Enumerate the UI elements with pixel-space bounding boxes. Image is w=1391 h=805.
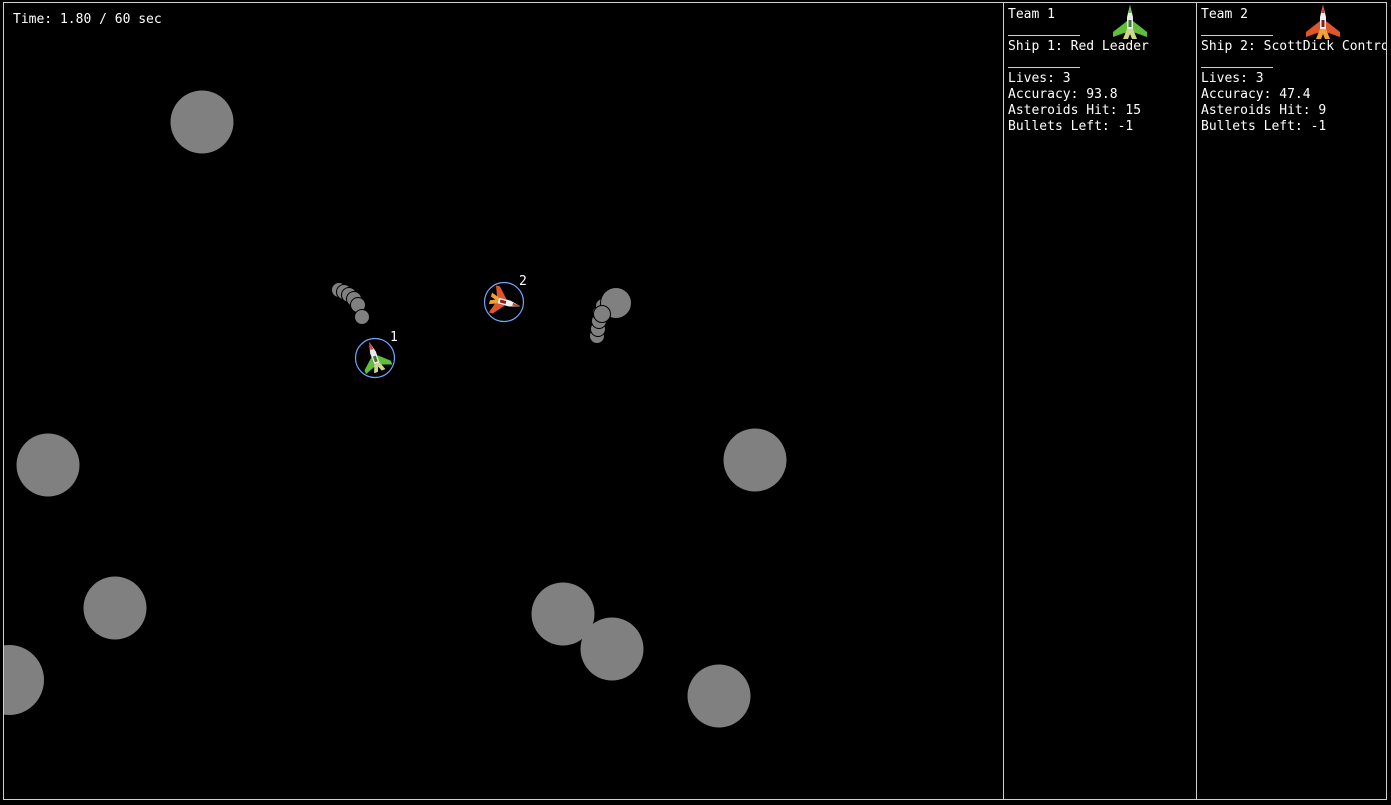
game-window: 1 2 Time: 1.80 / 60 sec Team 1 Ship 1: R… bbox=[3, 2, 1387, 800]
lives-stat: Lives: 3 bbox=[1008, 71, 1071, 86]
asteroids-hit-stat: Asteroids Hit: 9 bbox=[1201, 103, 1327, 118]
ship-1-label: 1 bbox=[390, 330, 398, 345]
team-label: Team 2 bbox=[1201, 7, 1248, 22]
ship-1 bbox=[354, 337, 396, 379]
green-fighter-ship-icon bbox=[1113, 5, 1147, 39]
divider bbox=[1008, 35, 1080, 36]
accuracy-stat: Accuracy: 47.4 bbox=[1201, 87, 1311, 102]
asteroid bbox=[687, 664, 751, 728]
asteroid-fragment-cluster bbox=[331, 282, 370, 325]
ship-2-label: 2 bbox=[519, 274, 527, 289]
divider bbox=[1201, 67, 1273, 68]
bullets-left-stat: Bullets Left: -1 bbox=[1008, 119, 1134, 134]
team-2-panel: Team 2 Ship 2: ScottDick Controller Live… bbox=[1196, 3, 1386, 799]
game-arena: 1 2 Time: 1.80 / 60 sec bbox=[4, 3, 1004, 799]
ship-name: Ship 2: ScottDick Controller bbox=[1201, 39, 1386, 54]
team-1-panel: Team 1 Ship 1: Red Leader Lives: 3 Accur… bbox=[1003, 3, 1196, 799]
asteroid-fragment-cluster bbox=[589, 287, 632, 344]
red-fighter-ship-icon bbox=[1306, 5, 1340, 39]
accuracy-stat: Accuracy: 93.8 bbox=[1008, 87, 1118, 102]
asteroid bbox=[16, 433, 80, 497]
asteroids-hit-stat: Asteroids Hit: 15 bbox=[1008, 103, 1142, 118]
game-timer: Time: 1.80 / 60 sec bbox=[13, 12, 162, 27]
arena-canvas bbox=[4, 90, 787, 728]
asteroid bbox=[580, 617, 644, 681]
divider bbox=[1008, 67, 1080, 68]
asteroid bbox=[83, 576, 147, 640]
bullets-left-stat: Bullets Left: -1 bbox=[1201, 119, 1327, 134]
divider bbox=[1201, 35, 1273, 36]
asteroid bbox=[723, 428, 787, 492]
team-label: Team 1 bbox=[1008, 7, 1055, 22]
ship-name: Ship 1: Red Leader bbox=[1008, 39, 1149, 54]
asteroid bbox=[170, 90, 234, 154]
asteroid bbox=[4, 645, 44, 715]
lives-stat: Lives: 3 bbox=[1201, 71, 1264, 86]
